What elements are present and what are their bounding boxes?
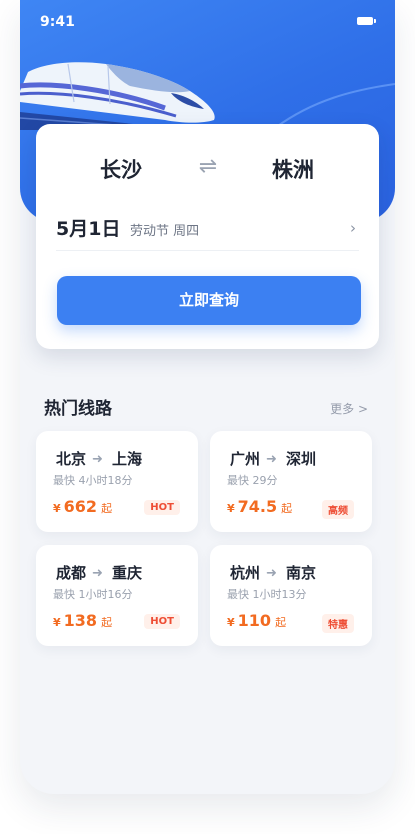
travel-date: 5月1日 bbox=[56, 218, 121, 240]
price-suffix: 起 bbox=[281, 502, 293, 515]
price-suffix: 起 bbox=[275, 616, 287, 629]
arrow-right-icon: ➜ bbox=[92, 566, 103, 581]
date-note: 劳动节 周四 bbox=[130, 224, 200, 239]
price-value: 138 bbox=[63, 611, 98, 630]
route-from-city: 广州 bbox=[230, 450, 261, 468]
route-from-city: 北京 bbox=[56, 450, 87, 468]
arrival-city[interactable]: 株洲 bbox=[233, 154, 353, 184]
price-value: 74.5 bbox=[237, 497, 278, 516]
route-to-city: 重庆 bbox=[112, 564, 143, 582]
price-currency: ¥ bbox=[227, 502, 235, 515]
price-currency: ¥ bbox=[53, 502, 61, 515]
price-value: 662 bbox=[63, 497, 98, 516]
departure-city[interactable]: 长沙 bbox=[61, 154, 181, 184]
route-card[interactable]: 北京 ➜ 上海 最快 4小时18分 ¥662 起 HOT bbox=[36, 431, 198, 532]
route-to-city: 上海 bbox=[112, 450, 143, 468]
more-routes-link[interactable]: 更多 > bbox=[330, 400, 368, 417]
price-suffix: 起 bbox=[101, 502, 113, 515]
route-price: ¥74.5 起 bbox=[227, 497, 292, 516]
date-selector[interactable]: 5月1日 劳动节 周四 › bbox=[56, 212, 359, 251]
arrow-right-icon: ➜ bbox=[266, 452, 277, 467]
battery-icon bbox=[357, 17, 376, 25]
route-to-city: 南京 bbox=[286, 564, 317, 582]
swap-icon[interactable]: ⇌ bbox=[196, 155, 220, 179]
price-currency: ¥ bbox=[227, 616, 235, 629]
price-currency: ¥ bbox=[53, 616, 61, 629]
route-card[interactable]: 广州 ➜ 深圳 最快 29分 ¥74.5 起 高频 bbox=[210, 431, 372, 532]
phone-screen: 9:41 长沙 ⇌ 株洲 5月1日 劳动节 周四 › 立即查询 热门线路 更多 … bbox=[20, 0, 395, 794]
arrow-right-icon: ➜ bbox=[92, 452, 103, 467]
route-badge: 特惠 bbox=[322, 614, 354, 633]
route-card[interactable]: 杭州 ➜ 南京 最快 1小时13分 ¥110 起 特惠 bbox=[210, 545, 372, 646]
arrow-right-icon: ➜ bbox=[266, 566, 277, 581]
route-title: 成都 ➜ 重庆 bbox=[56, 562, 142, 583]
route-to-city: 深圳 bbox=[286, 450, 317, 468]
route-title: 杭州 ➜ 南京 bbox=[230, 562, 316, 583]
price-value: 110 bbox=[237, 611, 272, 630]
route-price: ¥110 起 bbox=[227, 611, 286, 630]
route-price: ¥662 起 bbox=[53, 497, 112, 516]
ticket-search-card: 长沙 ⇌ 株洲 5月1日 劳动节 周四 › 立即查询 bbox=[36, 124, 379, 349]
status-time: 9:41 bbox=[40, 14, 75, 30]
hero-curve-decoration bbox=[275, 83, 395, 129]
chevron-right-icon: › bbox=[350, 219, 356, 237]
route-badge: 高频 bbox=[322, 500, 354, 519]
route-title: 广州 ➜ 深圳 bbox=[230, 448, 316, 469]
train-illustration bbox=[20, 62, 215, 130]
price-suffix: 起 bbox=[101, 616, 113, 629]
route-badge: HOT bbox=[144, 500, 180, 515]
route-from-city: 成都 bbox=[56, 564, 87, 582]
search-button[interactable]: 立即查询 bbox=[57, 276, 361, 325]
route-badge: HOT bbox=[144, 614, 180, 629]
route-card[interactable]: 成都 ➜ 重庆 最快 1小时16分 ¥138 起 HOT bbox=[36, 545, 198, 646]
route-fastest-time: 最快 4小时18分 bbox=[53, 474, 133, 487]
route-from-city: 杭州 bbox=[230, 564, 261, 582]
route-title: 北京 ➜ 上海 bbox=[56, 448, 142, 469]
route-price: ¥138 起 bbox=[53, 611, 112, 630]
popular-routes-title: 热门线路 bbox=[44, 399, 112, 419]
route-fastest-time: 最快 1小时16分 bbox=[53, 588, 133, 601]
route-fastest-time: 最快 1小时13分 bbox=[227, 588, 307, 601]
route-fastest-time: 最快 29分 bbox=[227, 474, 278, 487]
